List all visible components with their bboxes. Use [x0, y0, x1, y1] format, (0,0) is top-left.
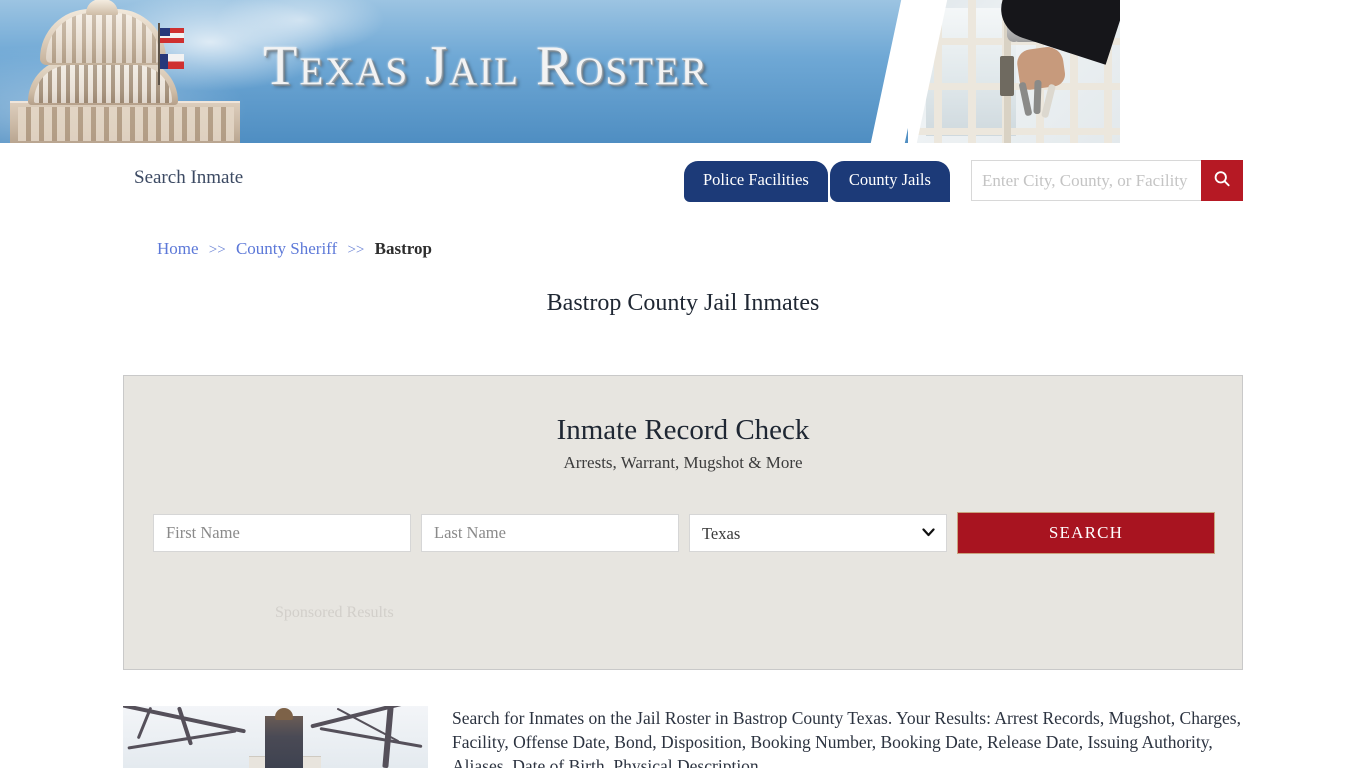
inmate-search-button[interactable]: SEARCH — [957, 512, 1215, 554]
state-select-wrapper: Texas — [689, 514, 947, 552]
breadcrumb-link-home[interactable]: Home — [157, 239, 199, 258]
inmate-record-check-panel: Inmate Record Check Arrests, Warrant, Mu… — [123, 375, 1243, 670]
nav-tabs: Police Facilities County Jails — [684, 161, 950, 202]
navigation-bar: Search Inmate Police Facilities County J… — [123, 156, 1243, 210]
brand-search-inmate: Search Inmate — [134, 167, 244, 188]
state-select[interactable]: Texas — [689, 514, 947, 552]
facility-search-button[interactable] — [1201, 160, 1243, 201]
page-root: Texas Jail Roster Search Inmate Police F… — [0, 0, 1366, 768]
panel-subtitle: Arrests, Warrant, Mugshot & More — [563, 453, 803, 472]
banner-title: Texas Jail Roster — [263, 35, 709, 97]
courthouse-clock-tower — [265, 716, 303, 768]
breadcrumb: Home >> County Sheriff >> Bastrop — [157, 239, 432, 259]
content-row: Search for Inmates on the Jail Roster in… — [123, 706, 1243, 768]
search-icon — [1212, 169, 1232, 192]
capitol-lantern — [86, 0, 118, 15]
breadcrumb-separator-2: >> — [347, 242, 365, 258]
courthouse-tower-cupola — [275, 708, 293, 720]
facility-search-box — [971, 160, 1243, 201]
breadcrumb-separator-1: >> — [208, 242, 226, 258]
tab-police-facilities[interactable]: Police Facilities — [684, 161, 828, 202]
breadcrumb-link-county-sheriff[interactable]: County Sheriff — [236, 239, 337, 258]
courthouse-thumbnail — [123, 706, 428, 768]
first-name-input[interactable] — [153, 514, 411, 552]
breadcrumb-current-bastrop: Bastrop — [374, 239, 432, 258]
site-banner: Texas Jail Roster — [0, 0, 1120, 143]
content-paragraph: Search for Inmates on the Jail Roster in… — [452, 708, 1241, 768]
sponsored-results-label: Sponsored Results — [275, 604, 394, 621]
panel-title: Inmate Record Check — [556, 414, 810, 446]
page-title: Bastrop County Jail Inmates — [546, 290, 820, 316]
facility-search-input[interactable] — [971, 160, 1201, 201]
last-name-input[interactable] — [421, 514, 679, 552]
inmate-search-form: Texas SEARCH — [153, 512, 1215, 554]
capitol-columns — [18, 107, 234, 141]
tab-county-jails[interactable]: County Jails — [829, 161, 950, 202]
